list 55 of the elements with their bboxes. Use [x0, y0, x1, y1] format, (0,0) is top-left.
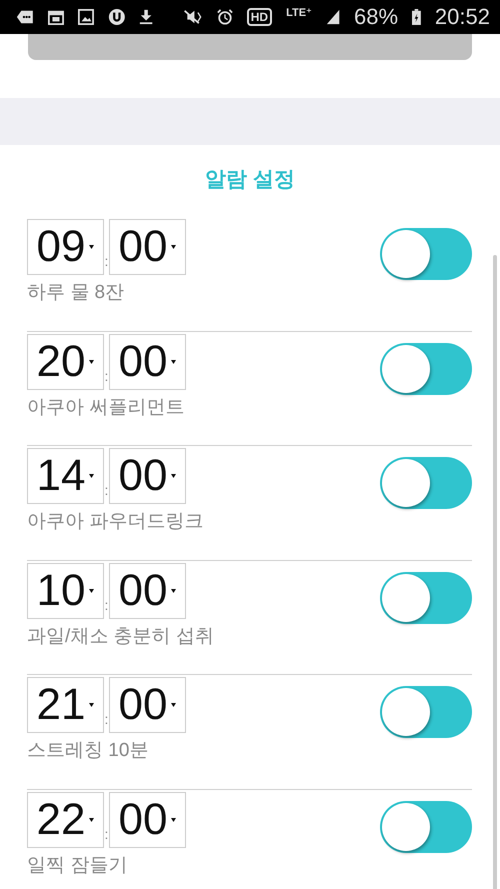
- alarm-label: 아쿠아 파우더드링크: [27, 510, 204, 534]
- alarm-toggle[interactable]: [380, 572, 472, 624]
- network-type: LTE⁺: [286, 6, 312, 19]
- image-icon: [78, 8, 94, 26]
- minute-picker[interactable]: 00: [109, 334, 186, 390]
- caret-icon: [171, 474, 176, 478]
- caret-icon: [171, 360, 176, 364]
- mute-icon: [182, 8, 203, 26]
- download-icon: [139, 8, 154, 26]
- clock: 20:52: [434, 4, 490, 30]
- alarm-toggle[interactable]: [380, 457, 472, 509]
- alarm-label: 과일/채소 충분히 섭취: [27, 624, 214, 648]
- message-icon: [16, 9, 34, 25]
- caret-icon: [89, 703, 94, 707]
- hour-picker[interactable]: 09: [27, 219, 104, 275]
- hour-picker[interactable]: 22: [27, 792, 104, 848]
- time-separator: :: [104, 826, 109, 842]
- alarm-toggle[interactable]: [380, 228, 472, 280]
- caret-icon: [89, 588, 94, 592]
- section-title: 알람 설정: [204, 167, 296, 193]
- alarm-label: 하루 물 8잔: [27, 281, 126, 305]
- caret-icon: [89, 245, 94, 249]
- minute-picker[interactable]: 00: [109, 677, 186, 733]
- alarm-label: 스트레칭 10분: [27, 739, 150, 763]
- caret-icon: [89, 474, 94, 478]
- hour-picker[interactable]: 21: [27, 677, 104, 733]
- time-separator: :: [104, 482, 109, 498]
- caret-icon: [171, 818, 176, 822]
- alarm-label: 일찍 잠들기: [27, 854, 128, 878]
- app-icon: [108, 7, 126, 27]
- minute-picker[interactable]: 00: [109, 562, 186, 618]
- caret-icon: [89, 360, 94, 364]
- minute-picker[interactable]: 00: [109, 219, 186, 275]
- signal-icon: [326, 8, 340, 26]
- caret-icon: [171, 703, 176, 707]
- alarm-toggle[interactable]: [380, 800, 472, 852]
- time-separator: :: [104, 711, 109, 727]
- minute-picker[interactable]: 00: [109, 792, 186, 848]
- alarm-toggle[interactable]: [380, 686, 472, 738]
- time-separator: :: [104, 596, 109, 612]
- caret-icon: [171, 588, 176, 592]
- alarm-toggle[interactable]: [380, 342, 472, 394]
- hour-picker[interactable]: 10: [27, 562, 104, 618]
- battery-icon: [412, 8, 421, 26]
- time-separator: :: [104, 368, 109, 384]
- battery-percent: 68%: [354, 4, 398, 30]
- time-separator: :: [104, 253, 109, 269]
- hour-picker[interactable]: 20: [27, 334, 104, 390]
- hour-picker[interactable]: 14: [27, 448, 104, 504]
- alarm-icon: [216, 8, 233, 26]
- caret-icon: [89, 818, 94, 822]
- alarm-label: 아쿠아 써플리먼트: [27, 396, 186, 420]
- caret-icon: [171, 245, 176, 249]
- hd-badge: HD: [246, 8, 272, 26]
- minute-picker[interactable]: 00: [109, 448, 186, 504]
